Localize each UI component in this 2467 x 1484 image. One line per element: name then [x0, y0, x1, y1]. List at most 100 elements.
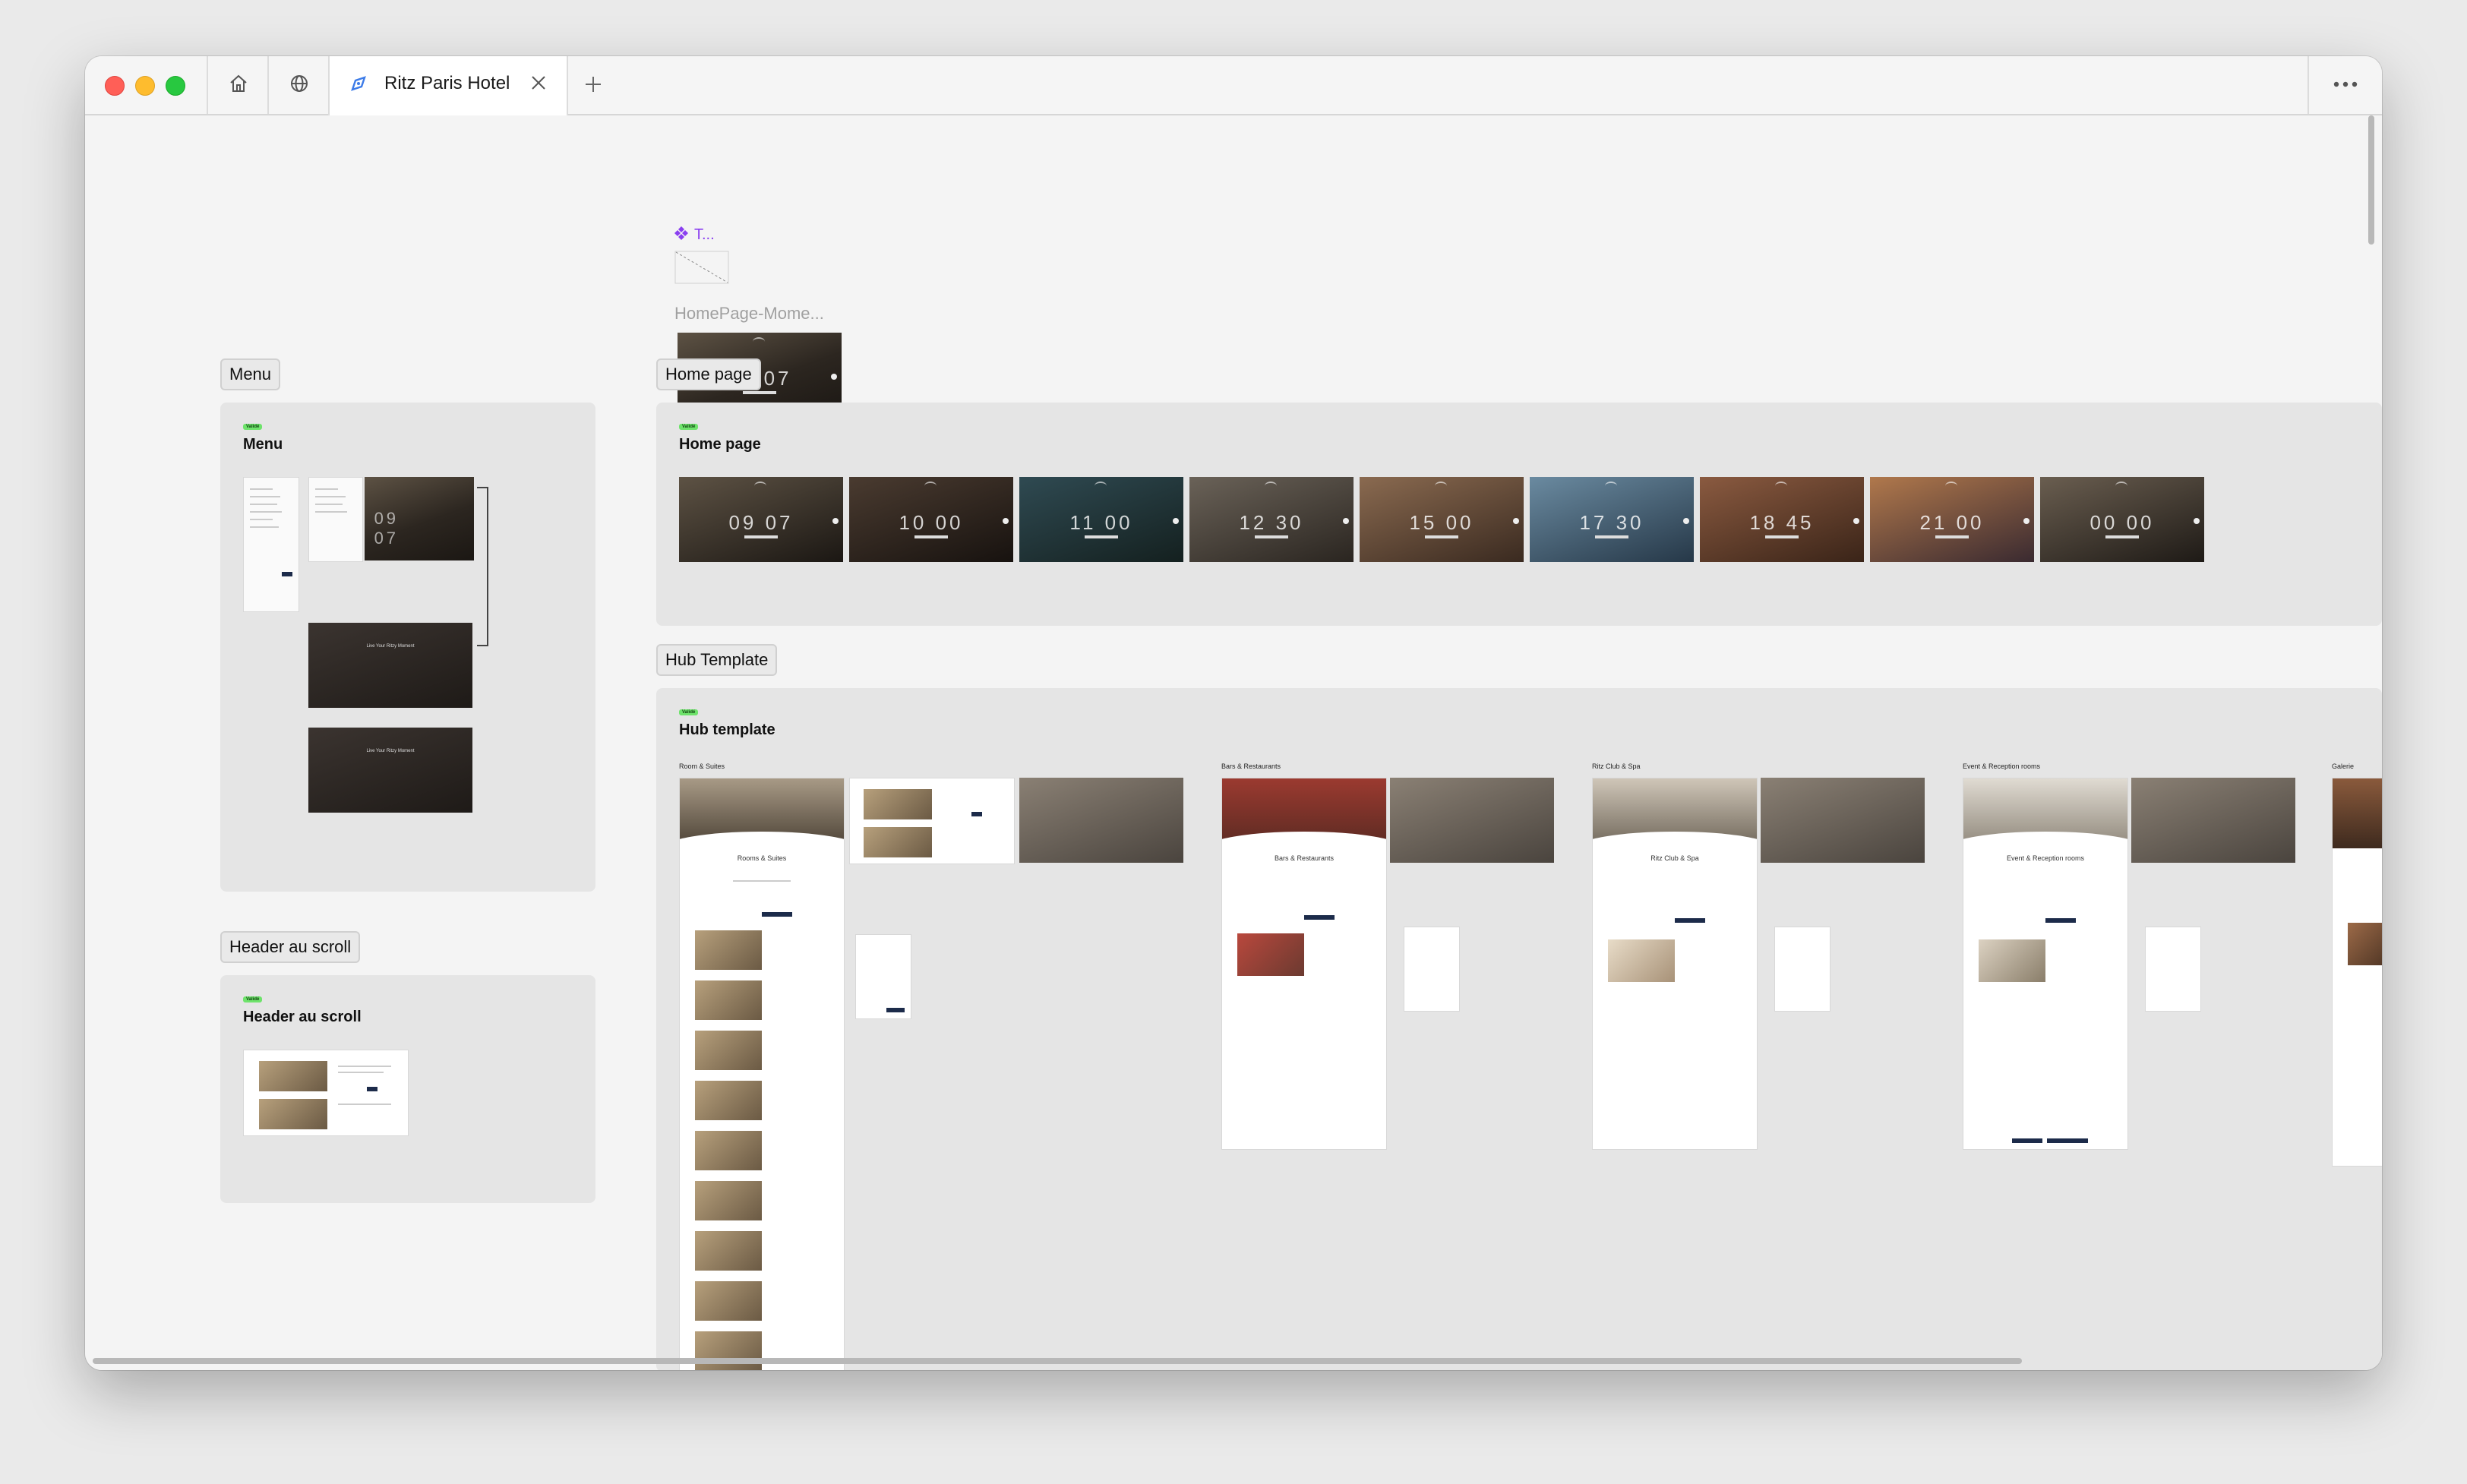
header-scroll-frame[interactable]: [243, 1050, 409, 1136]
hub-page-title: Bars & Restaurants: [1274, 854, 1335, 862]
nav-dot: [2194, 517, 2200, 524]
column-label: Bars & Restaurants: [1221, 763, 1281, 770]
progress-bar: [914, 535, 948, 538]
plus-icon[interactable]: [580, 71, 606, 101]
progress-bar: [1085, 535, 1118, 538]
nav-dot: [1343, 517, 1349, 524]
home-page-thumbnail[interactable]: 00 00: [2040, 477, 2204, 562]
figma-icon: [348, 73, 369, 98]
section-menu[interactable]: Validé Menu 09 07 Live Your Ritzy Moment…: [220, 403, 595, 892]
hub-page-ritz-club-spa[interactable]: Ritz Club & Spa: [1592, 778, 1758, 1150]
hub-frame[interactable]: [849, 778, 1015, 864]
home-page-thumbnail[interactable]: 17 30: [1530, 477, 1694, 562]
close-icon[interactable]: [529, 73, 548, 96]
home-page-thumbnail[interactable]: 21 00: [1870, 477, 2034, 562]
menu-overlay-2[interactable]: Live Your Ritzy Moment: [308, 728, 472, 813]
chip-menu[interactable]: Menu: [220, 358, 281, 390]
chip-hub-template[interactable]: Hub Template: [656, 644, 778, 676]
nav-dot: [1513, 517, 1519, 524]
progress-bar: [1425, 535, 1458, 538]
hub-frame-mobile[interactable]: [855, 934, 911, 1019]
home-page-thumbnail[interactable]: 10 00: [849, 477, 1013, 562]
vertical-scrollbar[interactable]: [2368, 115, 2374, 245]
thumbnail-time: 17 30: [1579, 510, 1644, 534]
logo: [1095, 482, 1107, 491]
frame-label: HomePage-Mome...: [674, 304, 824, 323]
chip-home-page[interactable]: Home page: [656, 358, 761, 390]
component-icon: [673, 225, 690, 245]
logo: [924, 482, 937, 491]
thumbnail-time: 10 00: [899, 510, 964, 534]
section-home-page[interactable]: Validé Home page 09 07 10 00 11 00 12 30 15 …: [656, 403, 2382, 626]
menu-overlay-1[interactable]: Live Your Ritzy Moment: [308, 623, 472, 708]
section-title: Menu: [243, 436, 283, 453]
thumbnail-time: 09 07: [728, 510, 794, 534]
component-header[interactable]: T...: [673, 225, 715, 245]
hub-frame-dimmed[interactable]: [1761, 778, 1925, 863]
logo: [1435, 482, 1448, 491]
thumbnail-time: 18 45: [1749, 510, 1815, 534]
logo: [1775, 482, 1788, 491]
horizontal-scrollbar[interactable]: [93, 1358, 2022, 1364]
chip-header-au-scroll[interactable]: Header au scroll: [220, 931, 361, 963]
hub-frame-mobile[interactable]: [1774, 927, 1831, 1012]
globe-button[interactable]: [267, 56, 330, 114]
component-name: T...: [694, 226, 715, 243]
logo: [753, 337, 766, 346]
logo: [754, 482, 767, 491]
progress-bar: [1935, 535, 1969, 538]
hub-frame-mobile[interactable]: [1404, 927, 1460, 1012]
status-badge: Validé: [243, 424, 263, 430]
home-button[interactable]: [207, 56, 269, 114]
column-label: Galerie: [2332, 763, 2355, 770]
hub-frame-dimmed[interactable]: [2131, 778, 2295, 863]
hub-page-galerie[interactable]: [2332, 778, 2382, 1167]
thumbnail-time: 21 00: [1919, 510, 1985, 534]
progress-bar: [744, 535, 778, 538]
section-title: Hub template: [679, 721, 775, 738]
globe-icon: [289, 74, 309, 97]
tab-ritz-paris-hotel[interactable]: Ritz Paris Hotel: [328, 56, 568, 115]
more-menu-button[interactable]: [2307, 56, 2382, 114]
hub-page-event-reception-rooms[interactable]: Event & Reception rooms: [1963, 778, 2128, 1150]
progress-bar: [1255, 535, 1288, 538]
logo: [1265, 482, 1278, 491]
menu-panel-list[interactable]: [308, 477, 363, 562]
column-label: Ritz Club & Spa: [1592, 763, 1641, 770]
section-hub-template[interactable]: Validé Hub template Room & Suites Bars &…: [656, 688, 2382, 1370]
home-page-thumbnail[interactable]: 09 07: [679, 477, 843, 562]
nav-dot: [1173, 517, 1179, 524]
nav-dot: [1003, 517, 1009, 524]
section-title: Home page: [679, 436, 761, 453]
close-window-button[interactable]: [105, 76, 125, 96]
browser-window: Ritz Paris Hotel T... HomePage-Mome... 0…: [85, 56, 2382, 1370]
nav-dot: [832, 517, 839, 524]
section-title: Header au scroll: [243, 1009, 362, 1025]
more-icon: [2333, 78, 2358, 92]
progress-bar: [1765, 535, 1799, 538]
logo: [1945, 482, 1958, 491]
hub-page-title: Event & Reception rooms: [2006, 854, 2085, 862]
home-icon: [229, 74, 248, 97]
home-page-thumbnail[interactable]: 18 45: [1700, 477, 1864, 562]
logo: [1605, 482, 1618, 491]
home-page-thumbnail[interactable]: 11 00: [1019, 477, 1183, 562]
zoom-window-button[interactable]: [166, 76, 185, 96]
home-page-thumbnail[interactable]: 12 30: [1189, 477, 1354, 562]
status-badge: Validé: [679, 709, 699, 715]
nav-dot: [1683, 517, 1689, 524]
component-placeholder: [674, 251, 729, 284]
hub-frame-mobile[interactable]: [2145, 927, 2201, 1012]
hub-frame-dimmed[interactable]: [1390, 778, 1554, 863]
hub-page-bars-restaurants[interactable]: Bars & Restaurants: [1221, 778, 1387, 1150]
design-canvas[interactable]: T... HomePage-Mome... 09 07 Menu Home pa…: [85, 115, 2382, 1370]
hub-page-rooms-suites[interactable]: Rooms & Suites: [679, 778, 845, 1370]
minimize-window-button[interactable]: [135, 76, 155, 96]
section-header-au-scroll[interactable]: Validé Header au scroll: [220, 975, 595, 1203]
column-label: Room & Suites: [679, 763, 725, 770]
hub-page-title: Rooms & Suites: [737, 854, 787, 862]
menu-panel-mobile[interactable]: [243, 477, 299, 612]
hub-frame-dimmed[interactable]: [1019, 778, 1183, 863]
home-page-thumbnail[interactable]: 15 00: [1360, 477, 1524, 562]
menu-hero[interactable]: 09 07: [365, 477, 474, 560]
